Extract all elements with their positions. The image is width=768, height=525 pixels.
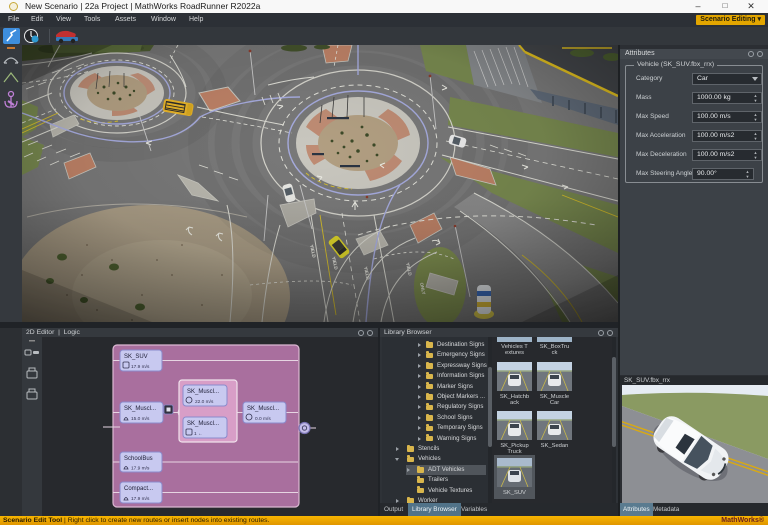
- svg-text:17.9 m/s: 17.9 m/s: [131, 364, 150, 370]
- svg-text:SK_Muscl...: SK_Muscl...: [187, 421, 219, 427]
- svg-text:SK_Muscl...: SK_Muscl...: [247, 406, 279, 412]
- svg-text:15.0 m/s: 15.0 m/s: [131, 416, 150, 422]
- svg-text:SK_SUV: SK_SUV: [124, 354, 148, 360]
- svg-text:SK_Muscl...: SK_Muscl...: [187, 389, 219, 395]
- svg-text:SchoolBus: SchoolBus: [124, 456, 153, 462]
- svg-text:1 ←: 1 ←: [194, 431, 203, 437]
- svg-text:0.0 m/s: 0.0 m/s: [255, 416, 271, 422]
- svg-text:22.0 m/s: 22.0 m/s: [195, 399, 214, 405]
- svg-text:17.9 m/s: 17.9 m/s: [131, 496, 150, 502]
- svg-text:17.9 m/s: 17.9 m/s: [131, 466, 150, 472]
- svg-text:Compact...: Compact...: [124, 486, 153, 492]
- svg-text:SK_Muscl...: SK_Muscl...: [124, 406, 156, 412]
